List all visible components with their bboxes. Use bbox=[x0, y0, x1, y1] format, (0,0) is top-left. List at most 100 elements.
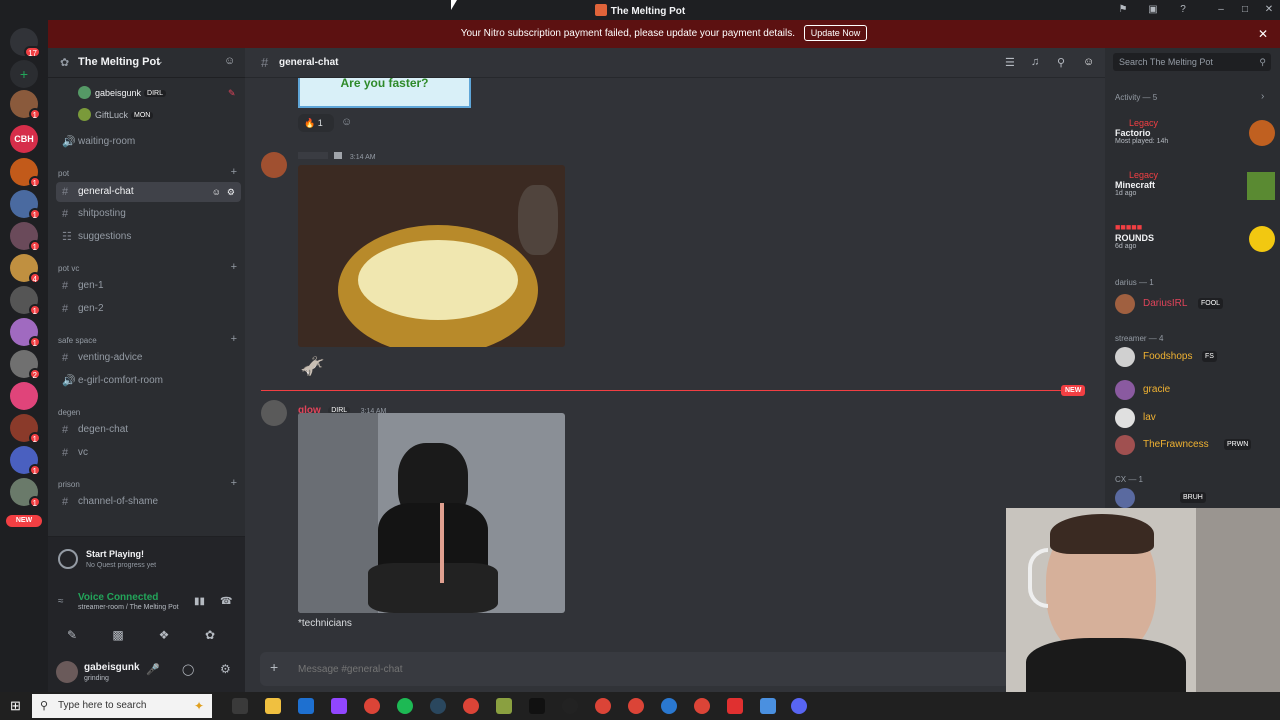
soundboard-icon[interactable]: ✿ bbox=[190, 624, 230, 646]
add-attachment-icon[interactable]: + bbox=[270, 659, 278, 675]
inbox-icon[interactable]: ⚑ bbox=[1116, 3, 1130, 17]
category-pot-vc[interactable]: pot vc bbox=[58, 264, 79, 273]
chrome-icon[interactable] bbox=[595, 698, 611, 714]
avatar[interactable] bbox=[261, 152, 287, 178]
microphone-icon[interactable]: 🎤 bbox=[146, 663, 160, 676]
bell-icon[interactable]: ♫ bbox=[1031, 56, 1039, 68]
outlook-icon[interactable] bbox=[298, 698, 314, 714]
spotify-icon[interactable] bbox=[397, 698, 413, 714]
server-icon[interactable]: 4 bbox=[10, 254, 41, 284]
author-redacted[interactable] bbox=[298, 152, 328, 159]
member-list-icon[interactable]: ☺ bbox=[1083, 56, 1094, 68]
app-icon[interactable] bbox=[727, 698, 743, 714]
chrome-icon[interactable] bbox=[463, 698, 479, 714]
channel-suggestions[interactable]: ☷ suggestions bbox=[56, 227, 241, 247]
activity-item[interactable]: Legacy Factorio Most played: 14h bbox=[1115, 118, 1275, 158]
add-reaction-icon[interactable]: ☺ bbox=[341, 116, 352, 128]
headphones-icon[interactable]: ◯ bbox=[182, 663, 194, 676]
server-icon[interactable]: 1 bbox=[10, 446, 41, 476]
chrome-icon[interactable] bbox=[628, 698, 644, 714]
server-icon[interactable]: 1 bbox=[10, 190, 41, 220]
maximize-button[interactable]: □ bbox=[1238, 3, 1252, 17]
guild-header[interactable]: ✿ The Melting Pot ⌄ ☺ bbox=[48, 48, 245, 78]
channel-degen-chat[interactable]: # degen-chat bbox=[56, 420, 241, 440]
channel-gen-2[interactable]: # gen-2 bbox=[56, 299, 241, 319]
app-icon[interactable] bbox=[496, 698, 512, 714]
windows-start-icon[interactable]: ⊞ bbox=[10, 698, 21, 714]
server-icon[interactable]: 1 bbox=[10, 222, 41, 252]
channel-general-chat[interactable]: # general-chat ☺ ⚙ bbox=[56, 182, 241, 202]
camera-off-icon[interactable]: ✎ bbox=[52, 624, 92, 646]
server-icon[interactable] bbox=[10, 382, 38, 410]
gear-icon[interactable]: ⚙ bbox=[220, 662, 231, 676]
add-channel-icon[interactable]: + bbox=[231, 261, 237, 273]
server-icon[interactable]: 1 bbox=[10, 90, 41, 120]
window-icon[interactable]: ▣ bbox=[1146, 3, 1160, 17]
taskbar-search[interactable]: ⚲ Type here to search ✦ bbox=[32, 694, 212, 718]
activity-item[interactable]: ■■■■■ ROUNDS 6d ago bbox=[1115, 222, 1275, 262]
task-view-icon[interactable] bbox=[232, 698, 248, 714]
voice-user[interactable]: GiftLuck MON bbox=[78, 108, 154, 121]
add-channel-icon[interactable]: + bbox=[231, 166, 237, 178]
voice-location[interactable]: streamer-room / The Melting Pot bbox=[78, 604, 179, 611]
soundboard-icon[interactable]: ▮▮ bbox=[194, 596, 205, 607]
new-unreads-pill[interactable]: NEW bbox=[6, 515, 42, 527]
category-safe-space[interactable]: safe space bbox=[58, 336, 97, 345]
add-channel-icon[interactable]: + bbox=[231, 333, 237, 345]
activity-item[interactable]: Legacy Minecraft 1d ago bbox=[1115, 170, 1275, 210]
server-icon[interactable]: 1 bbox=[10, 478, 41, 508]
server-icon[interactable]: 1 bbox=[10, 158, 41, 188]
gear-icon[interactable]: ⚙ bbox=[227, 182, 235, 202]
channel-of-shame[interactable]: # channel-of-shame bbox=[56, 492, 241, 512]
channel-shitposting[interactable]: # shitposting bbox=[56, 204, 241, 224]
member-row[interactable]: Foodshops FS bbox=[1115, 346, 1275, 368]
chevron-right-icon[interactable]: › bbox=[1261, 91, 1264, 102]
channel-waiting-room[interactable]: 🔊 waiting-room bbox=[56, 132, 241, 152]
screen-share-icon[interactable]: ▩ bbox=[98, 624, 138, 646]
member-row[interactable]: DariusIRL FOOL bbox=[1115, 293, 1275, 315]
channel-vc[interactable]: # vc bbox=[56, 443, 241, 463]
threads-icon[interactable]: ☰ bbox=[1005, 56, 1015, 69]
add-server-icon[interactable]: + bbox=[10, 60, 38, 88]
channel-gen-1[interactable]: # gen-1 bbox=[56, 276, 241, 296]
category-prison[interactable]: prison bbox=[58, 480, 80, 489]
voice-status[interactable]: Voice Connected bbox=[78, 592, 158, 603]
direct-messages-button[interactable]: 17 bbox=[10, 28, 41, 58]
channel-venting-advice[interactable]: # venting-advice bbox=[56, 348, 241, 368]
chrome-icon[interactable] bbox=[364, 698, 380, 714]
activities-icon[interactable]: ❖ bbox=[144, 624, 184, 646]
embed-image[interactable]: Are you faster? bbox=[298, 76, 471, 108]
server-icon[interactable]: 1 bbox=[10, 414, 41, 444]
invite-icon[interactable]: ☺ bbox=[212, 182, 221, 202]
server-icon[interactable]: 1 bbox=[10, 286, 41, 316]
discord-icon[interactable] bbox=[791, 698, 807, 714]
server-icon[interactable]: 2 bbox=[10, 350, 41, 380]
channel-e-girl-comfort-room[interactable]: 🔊 e-girl-comfort-room bbox=[56, 371, 241, 391]
username[interactable]: gabeisgunk bbox=[84, 662, 140, 673]
file-explorer-icon[interactable] bbox=[265, 698, 281, 714]
member-row[interactable]: BRUH bbox=[1115, 487, 1275, 509]
chrome-icon[interactable] bbox=[694, 698, 710, 714]
twitch-icon[interactable] bbox=[331, 698, 347, 714]
message-input[interactable] bbox=[298, 652, 898, 686]
steam-icon[interactable] bbox=[430, 698, 446, 714]
member-row[interactable]: TheFrawncess PRWN bbox=[1115, 434, 1275, 456]
app-icon[interactable] bbox=[661, 698, 677, 714]
member-row[interactable]: gracie bbox=[1115, 379, 1275, 401]
close-button[interactable]: ✕ bbox=[1262, 3, 1276, 17]
help-icon[interactable]: ? bbox=[1176, 3, 1190, 17]
minimize-button[interactable]: – bbox=[1214, 3, 1228, 17]
server-icon[interactable]: 1 bbox=[10, 318, 41, 348]
cat-gif[interactable] bbox=[298, 413, 565, 613]
microphone-app-icon[interactable] bbox=[760, 698, 776, 714]
add-channel-icon[interactable]: + bbox=[231, 477, 237, 489]
avatar[interactable] bbox=[56, 661, 78, 683]
member-row[interactable]: lav bbox=[1115, 407, 1275, 429]
epic-games-icon[interactable] bbox=[529, 698, 545, 714]
search-input[interactable]: Search The Melting Pot ⚲ bbox=[1113, 53, 1271, 71]
disconnect-icon[interactable]: ☎ bbox=[220, 596, 232, 607]
obs-icon[interactable] bbox=[562, 698, 578, 714]
voice-user[interactable]: gabeisgunk DIRL bbox=[78, 86, 166, 99]
close-icon[interactable]: ✕ bbox=[1258, 20, 1268, 48]
category-pot[interactable]: pot bbox=[58, 169, 69, 178]
